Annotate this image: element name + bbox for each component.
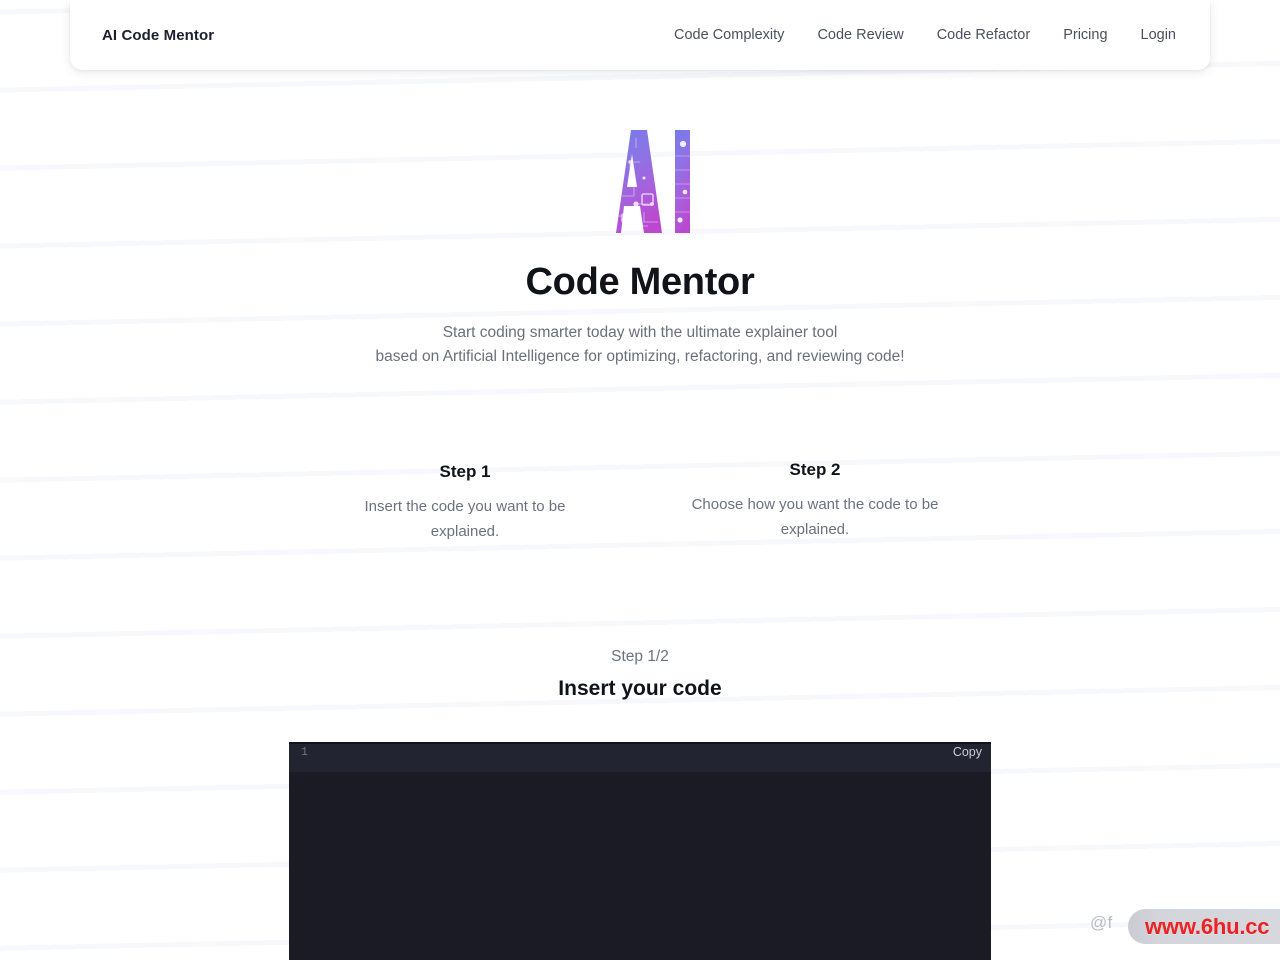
watermark-handle: @f [1090, 913, 1113, 932]
watermark-badge: www.6hu.cc [1128, 909, 1280, 944]
nav-item-login[interactable]: Login [1141, 27, 1176, 43]
steps-section: Step 1 Insert the code you want to be ex… [260, 460, 1020, 544]
nav-item-code-complexity[interactable]: Code Complexity [674, 27, 784, 43]
step-2-description: Choose how you want the code to be expla… [691, 496, 939, 538]
hero-section: Code Mentor Start coding smarter today w… [0, 118, 1280, 369]
step-1-description: Insert the code you want to be explained… [364, 498, 566, 540]
logo-letter-i [675, 130, 690, 233]
code-editor-body[interactable] [289, 772, 991, 960]
step-counter: Step 1/2 [611, 648, 669, 665]
insert-code-section: Step 1/2 Insert your code [0, 648, 1280, 701]
page-title: Code Mentor [525, 261, 755, 303]
hero-subtitle: Start coding smarter today with the ulti… [280, 321, 1000, 369]
section-title: Insert your code [558, 677, 722, 700]
watermark-url: www.6hu.cc [1145, 913, 1270, 939]
step-1-title: Step 1 [439, 462, 491, 481]
page-root: AI Code Mentor Code Complexity Code Revi… [0, 0, 1280, 960]
hero-subtitle-line-1: Start coding smarter today with the ulti… [442, 323, 838, 341]
logo-letter-a [616, 130, 662, 233]
step-2-title: Step 2 [789, 460, 841, 479]
line-number-gutter: 1 [301, 746, 308, 759]
top-navbar: AI Code Mentor Code Complexity Code Revi… [70, 0, 1210, 70]
nav-item-code-review[interactable]: Code Review [817, 27, 903, 43]
nav-item-pricing[interactable]: Pricing [1063, 27, 1107, 43]
code-editor[interactable]: 1 Copy [289, 742, 991, 960]
copy-button[interactable]: Copy [953, 744, 991, 760]
nav-item-code-refactor[interactable]: Code Refactor [937, 27, 1031, 43]
hero-subtitle-line-2: based on Artificial Intelligence for opt… [375, 347, 905, 365]
brand-logo-text[interactable]: AI Code Mentor [102, 27, 214, 44]
code-editor-topbar: 1 Copy [289, 744, 991, 772]
nav-links: Code Complexity Code Review Code Refacto… [674, 27, 1176, 43]
ai-letters-circuit-logo [616, 130, 690, 233]
code-input[interactable] [289, 772, 991, 960]
step-card-2: Step 2 Choose how you want the code to b… [685, 460, 945, 544]
step-card-1: Step 1 Insert the code you want to be ex… [335, 462, 595, 544]
